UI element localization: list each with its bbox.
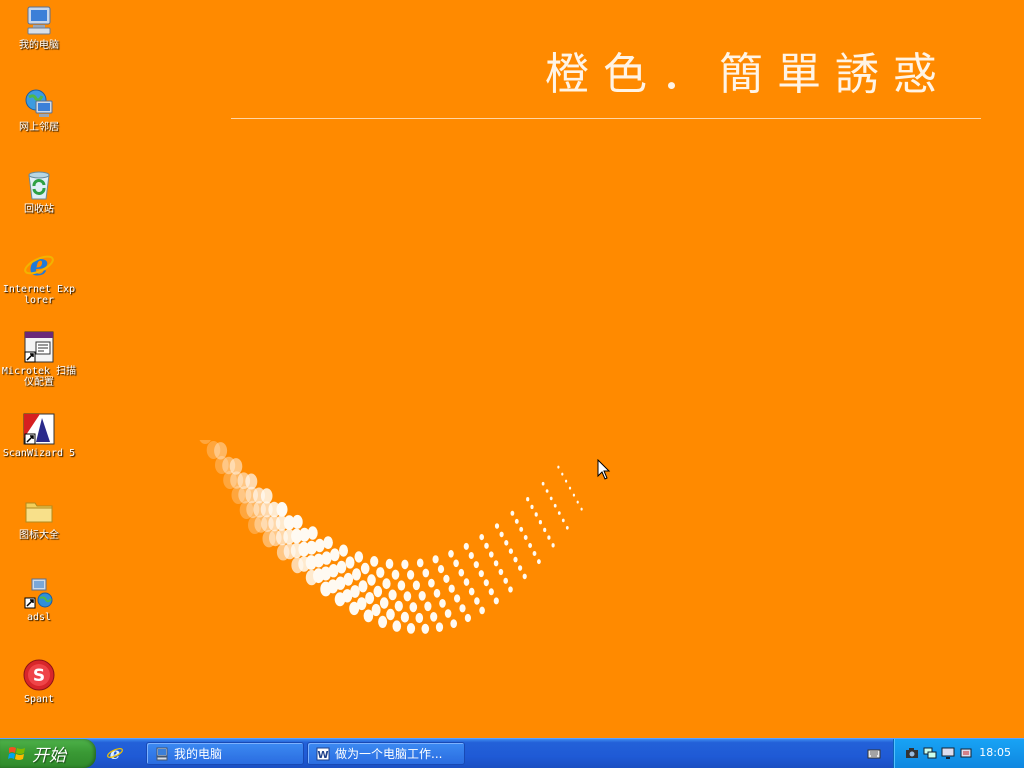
system-tray: 18:05 [893,739,1024,768]
network-adapter-icon[interactable] [959,746,973,760]
taskbar-button-label: 我的电脑 [174,747,223,761]
desktop-icon-network-places[interactable]: 网上邻居 [0,86,78,133]
desktop-icon-label: 图标大全 [19,530,59,541]
desktop-icon-recycle-bin[interactable]: 回收站 [0,168,78,215]
start-label: 开始 [32,746,66,766]
wallpaper-divider [231,118,981,119]
system-clock[interactable]: 18:05 [979,746,1011,759]
desktop-icon-label: 网上邻居 [19,122,59,133]
desktop-icon-scanwizard[interactable]: ScanWizard 5 [0,412,78,459]
start-button[interactable]: 开始 [0,739,96,768]
internet-explorer-icon: e [22,248,56,283]
desktop-icon-label: Spant [23,694,55,705]
word-document-icon: W [316,747,330,761]
network-places-icon [22,86,56,120]
desktop[interactable]: 橙色．簡單誘惑 我的电脑 网上邻居 回收站 e Internet Explore… [0,0,1024,738]
taskbar-button-word-document[interactable]: W 做为一个电脑工作... [307,742,465,765]
taskbar: 开始 e 我的电脑 W 做为一个电脑工作... 18:05 [0,738,1024,768]
folder-icon [22,494,56,528]
windows-logo-icon [8,746,25,760]
svg-text:S: S [33,666,45,686]
desktop-icon-spant[interactable]: S Spant [0,658,78,705]
scanwizard-shortcut-icon [22,412,56,446]
camera-icon[interactable] [905,746,919,760]
wallpaper-dot-wave [199,440,583,634]
desktop-icon-scanner-config[interactable]: Microtek 扫描仪配置 [0,330,78,388]
recycle-bin-icon [22,168,56,202]
svg-text:W: W [317,750,328,761]
my-computer-icon [22,4,56,38]
desktop-icon-internet-explorer[interactable]: e Internet Explorer [0,248,78,306]
svg-text:e: e [29,248,48,282]
desktop-icon-my-computer[interactable]: 我的电脑 [0,4,78,51]
desktop-icon-label: ScanWizard 5 [2,448,76,459]
desktop-icon-label: adsl [26,612,52,623]
desktop-icon-label: 我的电脑 [19,40,59,51]
network-connection-shortcut-icon [22,576,56,610]
desktop-icon-folder[interactable]: 图标大全 [0,494,78,541]
mouse-pointer-icon [597,459,611,480]
network-status-icon[interactable] [923,746,937,760]
desktop-icon-label: Internet Explorer [2,284,76,306]
quick-launch-ie-icon[interactable]: e [106,744,124,762]
taskbar-button-my-computer[interactable]: 我的电脑 [146,742,304,765]
wallpaper-title: 橙色．簡單誘惑 [545,49,951,100]
taskbar-button-label: 做为一个电脑工作... [335,747,443,761]
monitor-icon[interactable] [941,746,955,760]
my-computer-icon [156,747,168,760]
desktop-icon-label: Microtek 扫描仪配置 [1,366,77,388]
keyboard-icon[interactable] [867,747,881,760]
desktop-icon-adsl[interactable]: adsl [0,576,78,623]
svg-text:e: e [110,744,120,762]
desktop-icon-label: 回收站 [24,204,54,215]
spant-app-icon: S [22,658,56,692]
scanner-config-shortcut-icon [22,330,56,364]
